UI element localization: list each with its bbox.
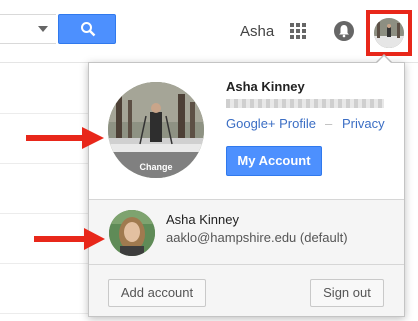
- account-popup: Change Asha Kinney Google+ Profile – Pri…: [88, 62, 405, 317]
- link-separator: –: [325, 116, 333, 131]
- secondary-account-row[interactable]: Asha Kinney aaklo@hampshire.edu (default…: [89, 200, 404, 264]
- add-account-button[interactable]: Add account: [108, 279, 206, 307]
- list-divider: [0, 313, 88, 314]
- google-plus-profile-link[interactable]: Google+ Profile: [226, 116, 316, 131]
- top-bar: Asha: [0, 0, 418, 63]
- secondary-account-email: aaklo@hampshire.edu (default): [166, 230, 348, 245]
- secondary-account-avatar: [109, 210, 155, 256]
- search-options-chevron-down-icon[interactable]: [38, 26, 48, 32]
- bell-icon[interactable]: [334, 21, 354, 41]
- my-account-button[interactable]: My Account: [226, 146, 322, 176]
- popup-footer: Add account Sign out: [89, 265, 404, 316]
- highlight-box: [366, 10, 412, 56]
- apps-grid-icon[interactable]: [290, 23, 306, 39]
- profile-photo[interactable]: Change: [108, 82, 204, 178]
- search-button[interactable]: [58, 14, 116, 44]
- annotation-arrow-icon: [26, 127, 104, 149]
- sign-out-button[interactable]: Sign out: [310, 279, 384, 307]
- user-first-name[interactable]: Asha: [240, 23, 274, 40]
- redacted-email: [226, 99, 384, 108]
- popup-caret-fill: [376, 56, 392, 64]
- list-divider: [0, 263, 88, 264]
- account-name: Asha Kinney: [226, 79, 305, 94]
- change-photo-label[interactable]: Change: [108, 162, 204, 172]
- annotation-arrow-icon: [34, 228, 105, 250]
- list-divider: [0, 163, 88, 164]
- list-divider: [0, 113, 88, 114]
- account-avatar-button[interactable]: [374, 18, 404, 48]
- list-divider: [0, 213, 88, 214]
- privacy-link[interactable]: Privacy: [342, 116, 385, 131]
- secondary-account-name: Asha Kinney: [166, 212, 239, 227]
- search-icon: [81, 22, 96, 37]
